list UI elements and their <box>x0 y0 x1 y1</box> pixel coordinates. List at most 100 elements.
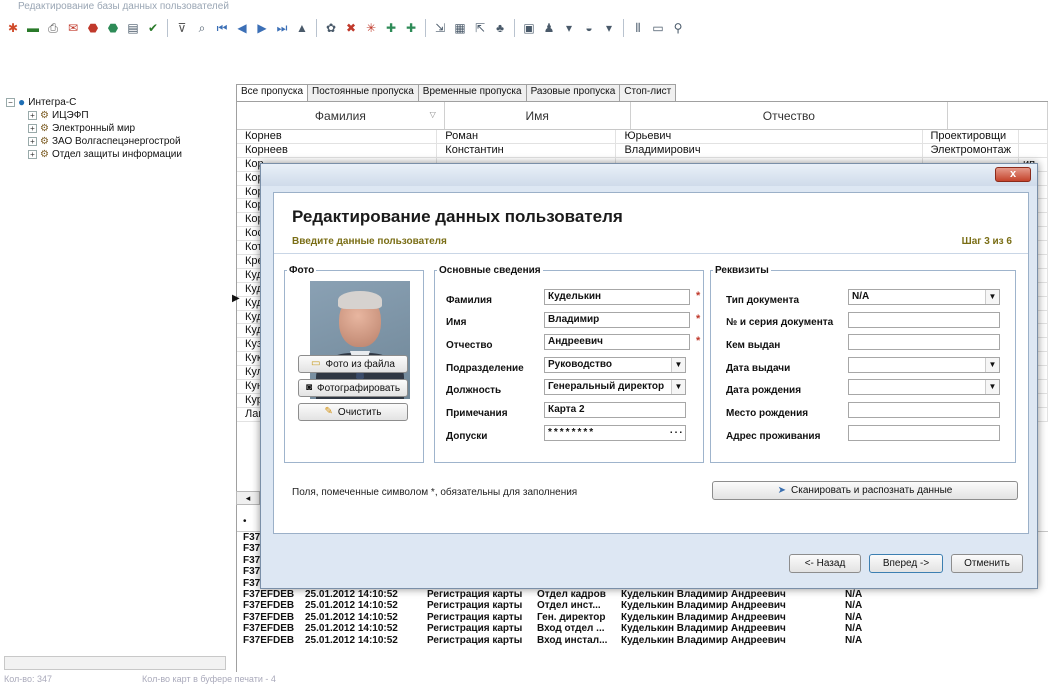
birth-date-picker[interactable]: ▼ <box>848 379 1000 395</box>
tree-icon[interactable]: ♣ <box>491 19 509 37</box>
expand-icon[interactable]: + <box>28 124 37 133</box>
next-button[interactable]: Вперед -> <box>869 554 943 573</box>
check-icon[interactable]: ✔ <box>144 19 162 37</box>
doc-type-select[interactable]: N/A ▼ <box>848 289 1000 305</box>
filter-icon[interactable]: ⊽ <box>173 19 191 37</box>
chevron-down-icon[interactable]: ▼ <box>671 380 685 394</box>
patronymic-field[interactable]: Андреевич <box>544 334 690 350</box>
tree-item[interactable]: + ⚙ Электронный мир <box>0 122 228 135</box>
add-icon[interactable]: ✚ <box>382 19 400 37</box>
lastname-label: Фамилия <box>446 295 492 306</box>
table-cell: Владимирович <box>616 143 923 157</box>
last-icon[interactable]: ⏭ <box>273 19 291 37</box>
stop-icon[interactable]: ⬣ <box>84 19 102 37</box>
log-cell: Вход инстал... <box>537 634 608 646</box>
expand-icon[interactable]: + <box>28 150 37 159</box>
grid-scroll-left-button[interactable]: ◂ <box>236 491 260 505</box>
find-icon[interactable]: ⌕ <box>193 19 211 37</box>
back-button[interactable]: <- Назад <box>789 554 861 573</box>
issued-by-field[interactable] <box>848 334 1000 350</box>
first-icon[interactable]: ⏮ <box>213 19 231 37</box>
address-field[interactable] <box>848 425 1000 441</box>
required-mark: * <box>696 290 701 302</box>
expand-icon[interactable]: + <box>28 111 37 120</box>
add2-icon[interactable]: ✚ <box>402 19 420 37</box>
chevron-down-icon[interactable]: ▼ <box>671 358 685 372</box>
issue-date-picker[interactable]: ▼ <box>848 357 1000 373</box>
lastname-field[interactable]: Куделькин <box>544 289 690 305</box>
log-cell: Куделькин Владимир Андреевич <box>621 611 786 623</box>
paw-icon[interactable]: ✿ <box>322 19 340 37</box>
clear-photo-button[interactable]: ✎ Очистить <box>298 403 408 421</box>
column-header-patronymic[interactable]: Отчество <box>631 102 949 129</box>
expand-icon[interactable]: + <box>28 137 37 146</box>
tab-1[interactable]: Постоянные пропуска <box>307 84 419 101</box>
log-cell: N/A <box>845 588 863 600</box>
table-icon[interactable]: ▦ <box>451 19 469 37</box>
hat-icon[interactable]: ◒ <box>580 19 598 37</box>
birth-place-field[interactable] <box>848 402 1000 418</box>
pin-icon[interactable]: ⚲ <box>669 19 687 37</box>
chevron-down-icon[interactable]: ▼ <box>985 380 999 394</box>
print-icon[interactable]: ⎙ <box>44 19 62 37</box>
table-row[interactable]: Корнев Роман Юрьевич Проектировщи <box>237 130 1048 144</box>
department-select[interactable]: Руководство ▼ <box>544 357 686 373</box>
dialog-titlebar[interactable]: x <box>261 164 1037 186</box>
log-row[interactable]: F37EFDEB 25.01.2012 14:10:52 Регистрация к… <box>237 589 1048 600</box>
split-icon[interactable]: ⫴ <box>629 19 647 37</box>
collapse-icon[interactable]: − <box>6 98 15 107</box>
more-icon[interactable]: ... <box>669 426 685 440</box>
edit-icon[interactable]: ▬ <box>24 19 42 37</box>
table-cell-overflow <box>1019 130 1048 143</box>
doc-number-field[interactable] <box>848 312 1000 328</box>
tab-4[interactable]: Стоп-лист <box>619 84 677 101</box>
take-photo-button[interactable]: ◙ Фотографировать <box>298 379 408 397</box>
tree-horizontal-scrollbar[interactable] <box>4 656 226 670</box>
tree-item[interactable]: + ⚙ ЗАО Волгаспецэнергострой <box>0 135 228 148</box>
stop2-icon[interactable]: ⬣ <box>104 19 122 37</box>
scan-recognize-button[interactable]: ➤ Сканировать и распознать данные <box>712 481 1018 500</box>
firstname-field[interactable]: Владимир <box>544 312 690 328</box>
column-header-firstname[interactable]: Имя <box>445 102 631 129</box>
prev-icon[interactable]: ◀ <box>233 19 251 37</box>
up-icon[interactable]: ▲ <box>293 19 311 37</box>
list-icon[interactable]: ▤ <box>124 19 142 37</box>
user-icon[interactable]: ♟ <box>540 19 558 37</box>
log-row[interactable]: F37EFDEB 25.01.2012 14:10:52 Регистрация к… <box>237 612 1048 623</box>
user-menu-icon[interactable]: ▾ <box>560 19 578 37</box>
star-icon[interactable]: ✳ <box>362 19 380 37</box>
log-cell: F37EFDEB <box>243 588 295 600</box>
photo-from-file-button[interactable]: ▭ Фото из файла <box>298 355 408 373</box>
tree-root[interactable]: − ● Интегра-С <box>0 96 228 109</box>
remove-icon[interactable]: ✖ <box>342 19 360 37</box>
status-bar: Кол-во: 347 Кол-во карт в буфере печати … <box>0 673 1048 685</box>
import-icon[interactable]: ⇲ <box>431 19 449 37</box>
log-row[interactable]: F37EFDEB 25.01.2012 14:10:52 Регистрация к… <box>237 623 1048 634</box>
cancel-button[interactable]: Отменить <box>951 554 1023 573</box>
table-cell-overflow <box>1019 143 1048 157</box>
position-select[interactable]: Генеральный директор ▼ <box>544 379 686 395</box>
export-icon[interactable]: ⇱ <box>471 19 489 37</box>
access-field[interactable]: ******** ... <box>544 425 686 441</box>
log-row[interactable]: F37EFDEB 25.01.2012 14:10:52 Регистрация к… <box>237 635 1048 646</box>
mail-icon[interactable]: ✉ <box>64 19 82 37</box>
chevron-down-icon[interactable]: ▼ <box>985 290 999 304</box>
tree-item[interactable]: + ⚙ Отдел защиты информации <box>0 148 228 161</box>
table-row[interactable]: Корнеев Константин Владимирович Электромонт… <box>237 143 1048 158</box>
notes-field[interactable]: Карта 2 <box>544 402 686 418</box>
tree-item[interactable]: + ⚙ ИЦЭФП <box>0 109 228 122</box>
column-header-lastname[interactable]: Фамилия ▽ <box>237 102 445 129</box>
card-icon[interactable]: ▣ <box>520 19 538 37</box>
log-row[interactable]: F37EFDEB 25.01.2012 14:10:52 Регистрация к… <box>237 600 1048 611</box>
new-icon[interactable]: ✱ <box>4 19 22 37</box>
chevron-down-icon[interactable]: ▼ <box>985 358 999 372</box>
close-button[interactable]: x <box>995 167 1031 182</box>
hat-menu-icon[interactable]: ▾ <box>600 19 618 37</box>
screen-icon[interactable]: ▭ <box>649 19 667 37</box>
tab-3[interactable]: Разовые пропуска <box>525 84 621 101</box>
tab-2[interactable]: Временные пропуска <box>417 84 527 101</box>
tab-0[interactable]: Все пропуска <box>236 84 309 101</box>
log-cell: 25.01.2012 14:10:52 <box>305 623 398 635</box>
column-header-position[interactable] <box>948 102 1048 129</box>
next-icon[interactable]: ▶ <box>253 19 271 37</box>
